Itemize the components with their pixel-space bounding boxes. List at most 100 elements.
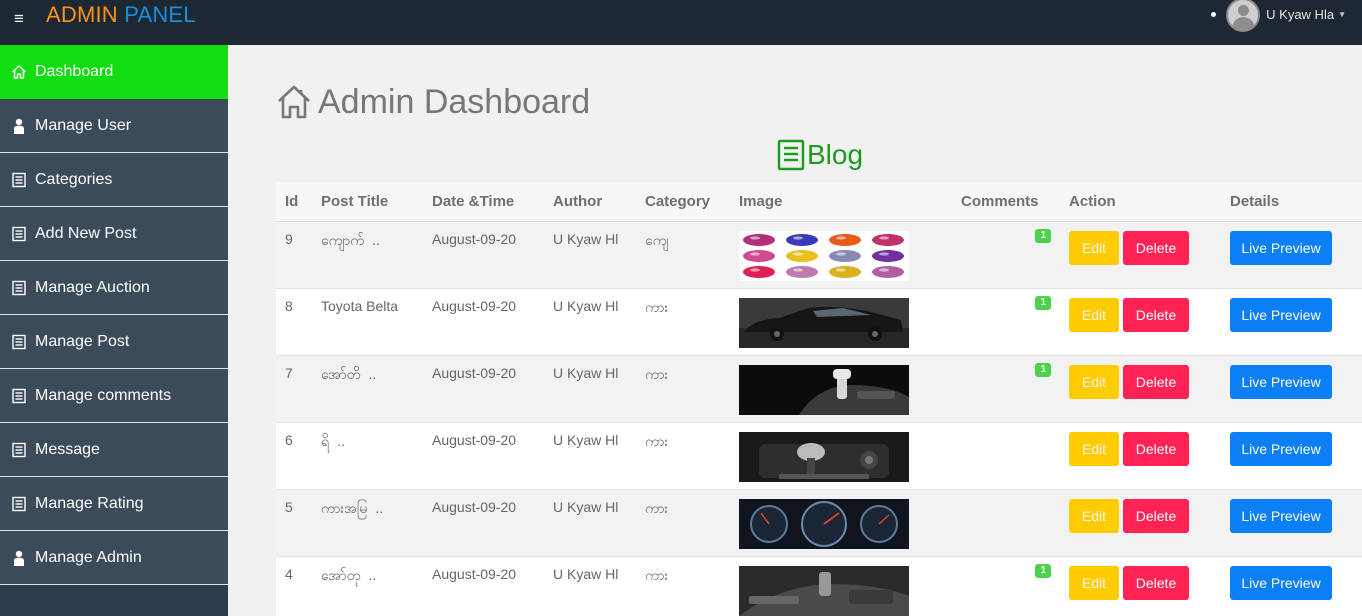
posts-table: Id Post Title Date &Time Author Category… [276,182,1362,616]
column-header: Details [1221,182,1362,222]
column-header: Id [276,182,312,222]
home-icon [278,85,310,119]
table-row: 9 ကျောက်�.. August-09-20 U Kyaw Hl ကျေ� 1 Edit… [276,221,1362,289]
edit-button[interactable]: Edit [1069,431,1119,466]
post-author: U Kyaw Hl [544,355,636,423]
post-date: August-09-20 [423,288,544,356]
post-image [730,288,952,356]
brand-text-panel: PANEL [124,2,196,27]
post-title-link[interactable]: ရိ�.. [312,422,423,490]
sidebar-item-message[interactable]: Message [0,423,228,477]
bullet-icon [1211,11,1217,17]
sidebar-item-label: Dashboard [35,63,114,80]
column-header: Date &Time [423,182,544,222]
sidebar-item-manage-user[interactable]: Manage User [0,99,228,153]
section-title-text: Blog [807,139,864,170]
post-author: U Kyaw Hl [544,422,636,490]
delete-button[interactable]: Delete [1123,498,1189,533]
post-details: Live Preview [1221,489,1362,557]
delete-button[interactable]: Delete [1123,230,1189,265]
comment-count-badge: 1 [1035,362,1051,377]
post-actions: Edit Delete [1060,489,1221,557]
edit-button[interactable]: Edit [1069,297,1119,332]
post-image [730,489,952,557]
top-navbar: ≡ ADMIN PANEL U Kyaw Hla ▼ [0,0,1362,45]
brand-text-admin: ADMIN [46,2,118,27]
sidebar-item-label: Add New Post [35,224,137,242]
post-id: 5 [276,489,312,557]
edit-button[interactable]: Edit [1069,364,1119,399]
live-preview-button[interactable]: Live Preview [1230,565,1332,600]
post-details: Live Preview [1221,556,1362,616]
sidebar-item-label: Categories [35,170,113,188]
edit-button[interactable]: Edit [1069,565,1119,600]
post-comments [952,422,1060,490]
list-icon [0,334,35,350]
sidebar-item-add-new-post[interactable]: Add New Post [0,207,228,261]
sidebar-item-label: Message [35,440,100,458]
post-actions: Edit Delete [1060,422,1221,490]
sidebar-item-manage-admin[interactable]: Manage Admin [0,531,228,585]
list-icon [0,172,35,188]
comment-count-badge: 1 [1035,295,1051,310]
delete-button[interactable]: Delete [1123,364,1189,399]
post-details: Live Preview [1221,355,1362,423]
delete-button[interactable]: Delete [1123,297,1189,332]
table-row: 5 ကားအမြ�.. August-09-20 U Kyaw Hl ကား Edit De… [276,489,1362,557]
page-title-text: Admin Dashboard [318,82,591,121]
caret-down-icon[interactable]: ▼ [1338,10,1346,19]
post-title-link[interactable]: ကျောက်�.. [312,221,423,289]
column-header: Category [636,182,730,222]
live-preview-button[interactable]: Live Preview [1230,297,1332,332]
post-image [730,355,952,423]
user-name[interactable]: U Kyaw Hla [1266,7,1334,22]
column-header: Action [1060,182,1221,222]
column-header: Image [730,182,952,222]
table-row: 4 အော်တု�.. August-09-20 U Kyaw Hl ကား 1 Edit D… [276,556,1362,616]
edit-button[interactable]: Edit [1069,230,1119,265]
sidebar-item-manage-rating[interactable]: Manage Rating [0,477,228,531]
post-author: U Kyaw Hl [544,221,636,289]
table-row: 8 Toyota Belta August-09-20 U Kyaw Hl ကား 1 Ed… [276,288,1362,356]
menu-toggle-icon[interactable]: ≡ [14,10,24,27]
document-icon [777,139,805,171]
avatar[interactable] [1226,0,1261,32]
live-preview-button[interactable]: Live Preview [1230,498,1332,533]
post-category: ကား [636,489,730,557]
delete-button[interactable]: Delete [1123,431,1189,466]
sidebar-item-label: Manage comments [35,386,172,404]
table-row: 6 ရိ�.. August-09-20 U Kyaw Hl ကား Edit Delete… [276,422,1362,490]
live-preview-button[interactable]: Live Preview [1230,230,1332,265]
list-icon [0,226,35,242]
edit-button[interactable]: Edit [1069,498,1119,533]
sidebar-item-manage-comments[interactable]: Manage comments [0,369,228,423]
delete-button[interactable]: Delete [1123,565,1189,600]
sidebar-item-label: Manage Post [35,332,130,350]
sidebar-item-categories[interactable]: Categories [0,153,228,207]
post-category: ကား [636,288,730,356]
sidebar-item-label: Manage Auction [35,278,150,296]
post-title-link[interactable]: ကားအမြ�.. [312,489,423,557]
post-comments [952,489,1060,557]
sidebar-item-manage-post[interactable]: Manage Post [0,315,228,369]
post-id: 9 [276,221,312,289]
post-image [730,556,952,616]
live-preview-button[interactable]: Live Preview [1230,431,1332,466]
user-menu[interactable]: U Kyaw Hla ▼ [1211,0,1346,32]
post-comments: 1 [952,288,1060,356]
sidebar-item-dashboard[interactable]: Dashboard [0,45,228,99]
post-details: Live Preview [1221,288,1362,356]
post-title-link[interactable]: Toyota Belta [312,288,423,356]
comment-count-badge: 1 [1035,228,1051,243]
post-title-link[interactable]: အော်တိ�.. [312,355,423,423]
post-comments: 1 [952,556,1060,616]
post-details: Live Preview [1221,221,1362,289]
post-category: ကား [636,422,730,490]
live-preview-button[interactable]: Live Preview [1230,364,1332,399]
post-title-link[interactable]: အော်တု�.. [312,556,423,616]
brand-logo[interactable]: ADMIN PANEL [46,3,196,27]
post-id: 6 [276,422,312,490]
sidebar-item-manage-auction[interactable]: Manage Auction [0,261,228,315]
column-header: Post Title [312,182,423,222]
post-category: ကျေ� [636,221,730,289]
